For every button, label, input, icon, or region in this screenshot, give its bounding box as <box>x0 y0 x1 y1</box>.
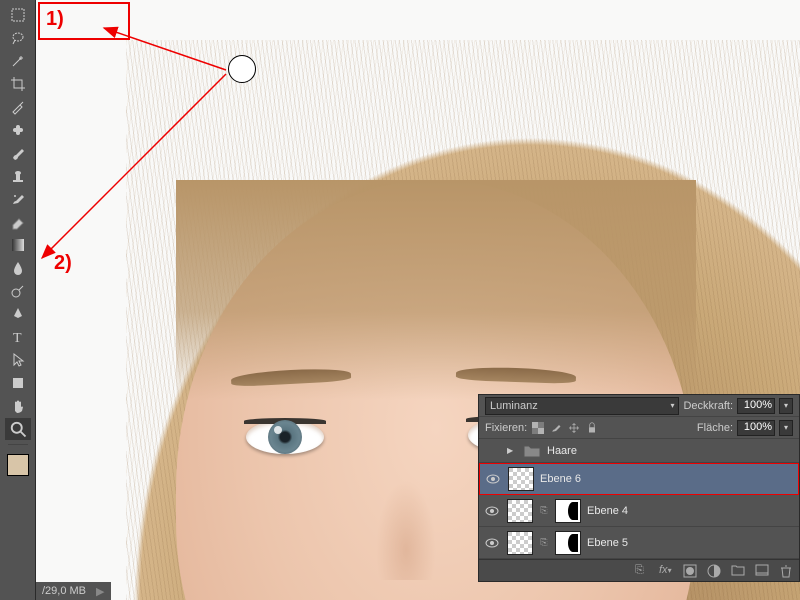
link-layers-icon[interactable]: ⎘ <box>635 564 649 578</box>
memory-indicator: /29,0 MB <box>42 585 86 597</box>
blend-mode-select[interactable]: Luminanz ▾ <box>485 397 679 415</box>
blur-tool[interactable] <box>5 257 31 279</box>
marquee-tool[interactable] <box>5 4 31 26</box>
lock-all-icon[interactable] <box>585 421 599 435</box>
gradient-tool[interactable] <box>5 234 31 256</box>
opacity-input[interactable]: 100% <box>737 398 775 414</box>
brush-cursor <box>228 55 256 83</box>
opacity-stepper[interactable]: ▾ <box>779 398 793 414</box>
hand-tool[interactable] <box>5 395 31 417</box>
link-icon[interactable]: ⎘ <box>539 505 549 517</box>
history-brush-tool[interactable] <box>5 188 31 210</box>
svg-text:T: T <box>13 331 22 345</box>
path-select-tool[interactable] <box>5 349 31 371</box>
fill-stepper[interactable]: ▾ <box>779 420 793 436</box>
disclosure-triangle-icon[interactable]: ▶ <box>507 446 517 455</box>
layer-name[interactable]: Haare <box>547 445 577 457</box>
status-bar: /29,0 MB ▶ <box>36 582 111 600</box>
shape-tool[interactable] <box>5 372 31 394</box>
lock-pixels-icon[interactable] <box>549 421 563 435</box>
stamp-tool[interactable] <box>5 165 31 187</box>
delete-layer-icon[interactable] <box>779 564 793 578</box>
fill-input[interactable]: 100% <box>737 420 775 436</box>
layer-group-row[interactable]: ▶ Haare <box>479 439 799 463</box>
lock-label: Fixieren: <box>485 422 527 434</box>
blend-opacity-row: Luminanz ▾ Deckkraft: 100% ▾ <box>479 395 799 417</box>
visibility-toggle[interactable] <box>484 470 502 488</box>
pen-tool[interactable] <box>5 303 31 325</box>
new-layer-icon[interactable] <box>755 564 769 578</box>
adjustment-layer-icon[interactable] <box>707 564 721 578</box>
dodge-tool[interactable] <box>5 280 31 302</box>
lock-fill-row: Fixieren: Fläche: 100% ▾ <box>479 417 799 439</box>
layer-name[interactable]: Ebene 4 <box>587 505 628 517</box>
lock-transparency-icon[interactable] <box>531 421 545 435</box>
healing-tool[interactable] <box>5 119 31 141</box>
lasso-tool[interactable] <box>5 27 31 49</box>
zoom-tool[interactable] <box>5 418 31 440</box>
crop-tool[interactable] <box>5 73 31 95</box>
new-group-icon[interactable] <box>731 564 745 578</box>
link-icon[interactable]: ⎘ <box>539 537 549 549</box>
layer-name[interactable]: Ebene 6 <box>540 473 581 485</box>
visibility-toggle[interactable] <box>483 502 501 520</box>
opacity-label: Deckkraft: <box>683 400 733 412</box>
layer-thumbnail[interactable] <box>507 499 533 523</box>
type-tool[interactable]: T <box>5 326 31 348</box>
fill-label: Fläche: <box>697 422 733 434</box>
eyedropper-tool[interactable] <box>5 96 31 118</box>
tool-palette: T <box>0 0 36 600</box>
layer-thumbnail[interactable] <box>508 467 534 491</box>
mask-thumbnail[interactable] <box>555 531 581 555</box>
chevron-down-icon: ▾ <box>670 401 674 410</box>
layers-footer: ⎘ fx▾ <box>479 559 799 581</box>
layer-row[interactable]: ⎘ Ebene 4 <box>479 495 799 527</box>
divider <box>8 444 28 445</box>
status-arrow-icon: ▶ <box>96 585 104 598</box>
visibility-toggle[interactable] <box>483 442 501 460</box>
visibility-toggle[interactable] <box>483 534 501 552</box>
eraser-tool[interactable] <box>5 211 31 233</box>
mask-thumbnail[interactable] <box>555 499 581 523</box>
layer-thumbnail[interactable] <box>507 531 533 555</box>
layer-effects-icon[interactable]: fx▾ <box>659 564 673 578</box>
layer-row[interactable]: ⎘ Ebene 5 <box>479 527 799 559</box>
wand-tool[interactable] <box>5 50 31 72</box>
add-mask-icon[interactable] <box>683 564 697 578</box>
foreground-color-swatch[interactable] <box>7 454 29 476</box>
lock-position-icon[interactable] <box>567 421 581 435</box>
layer-name[interactable]: Ebene 5 <box>587 537 628 549</box>
layers-panel: Luminanz ▾ Deckkraft: 100% ▾ Fixieren: F… <box>478 394 800 582</box>
layer-row-selected[interactable]: Ebene 6 <box>479 463 799 495</box>
folder-icon <box>523 444 541 458</box>
blend-mode-value: Luminanz <box>490 400 538 412</box>
brush-tool[interactable] <box>5 142 31 164</box>
layers-list: ▶ Haare Ebene 6 ⎘ Ebene 4 ⎘ Ebene 5 <box>479 439 799 559</box>
